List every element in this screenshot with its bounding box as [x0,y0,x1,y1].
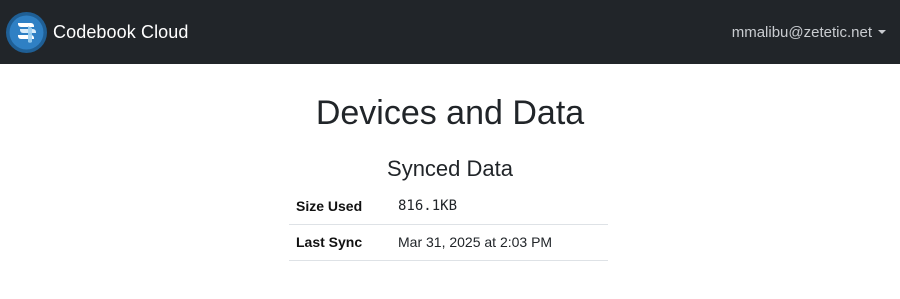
row-label: Size Used [289,188,398,225]
table-row: Size Used 816.1KB [289,188,608,225]
page-title: Devices and Data [315,94,585,132]
row-label: Last Sync [289,224,398,261]
codebook-logo-icon [6,11,47,53]
section-title: Synced Data [387,156,513,181]
top-navbar: Codebook Cloud mmalibu@zetetic.net [0,0,900,64]
synced-data-table: Size Used 816.1KB Last Sync Mar 31, 2025… [289,188,608,261]
row-value: 816.1KB [398,188,608,225]
user-email: mmalibu@zetetic.net [731,23,872,41]
brand-link[interactable]: Codebook Cloud [6,11,189,53]
table-row: Last Sync Mar 31, 2025 at 2:03 PM [289,224,608,261]
brand-name: Codebook Cloud [53,21,189,42]
user-menu-dropdown[interactable]: mmalibu@zetetic.net [732,24,886,41]
caret-down-icon [878,30,886,34]
row-value: Mar 31, 2025 at 2:03 PM [398,224,608,261]
